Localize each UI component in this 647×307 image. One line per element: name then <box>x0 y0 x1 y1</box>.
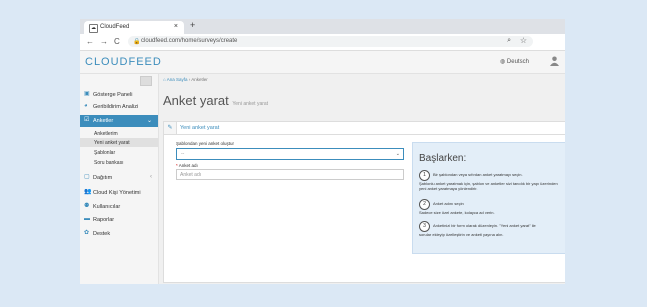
dashboard-icon: ▣ <box>84 91 90 97</box>
step-title: Anket adını seçin <box>433 201 464 206</box>
sidebar-item-surveys[interactable]: ☑ Anketler ⌄ <box>80 115 158 127</box>
page-title-text: Anket yarat <box>163 93 229 108</box>
sidebar-item-analysis[interactable]: ◕ Geribildirim Analizi <box>80 102 158 112</box>
step-text: sorular ekleyip özelleştirin ve anketi y… <box>419 232 504 237</box>
sidebar-item-reports[interactable]: ▬ Raporlar <box>80 215 158 225</box>
subitem-label: Yeni anket yarat <box>94 140 130 146</box>
support-icon: ✿ <box>84 230 90 236</box>
template-select[interactable]: -- ⌄ <box>176 148 404 160</box>
help-heading: Başlarken: <box>419 153 467 164</box>
reports-icon: ▬ <box>84 216 90 222</box>
chevron-left-icon: ‹ <box>150 174 152 180</box>
tab-strip: ☁ CloudFeed × + <box>80 19 565 34</box>
back-icon[interactable]: ← <box>86 37 94 46</box>
breadcrumb: ⌂ Ana Sayfa › Anketler <box>163 77 208 82</box>
app-header: CLOUDFEED ◍ Deutsch <box>80 51 565 74</box>
reload-icon[interactable]: C <box>114 37 120 46</box>
sidebar-item-distribution[interactable]: ▢ Dağıtım ‹ <box>80 173 158 183</box>
sidebar-item-label: Geribildirim Analizi <box>93 104 139 110</box>
zoom-icon[interactable]: ⌕ <box>507 37 511 45</box>
bookmark-star-icon[interactable]: ☆ <box>520 36 527 45</box>
sidebar-item-users[interactable]: ⚉ Kullanıcılar <box>80 202 158 212</box>
sidebar: ▣ Gösterge Paneli ◕ Geribildirim Analizi… <box>80 74 159 284</box>
url-field[interactable]: 🔒 cloudfeed.com/home/surveys/create ⌕ ☆ <box>128 36 533 47</box>
step-number: 1 <box>419 170 430 181</box>
sidebar-toggle-button[interactable] <box>140 76 152 86</box>
browser-tab[interactable]: ☁ CloudFeed × <box>84 21 184 34</box>
browser-window: ☁ CloudFeed × + ← → C 🔒 cloudfeed.com/ho… <box>80 19 565 284</box>
favicon-icon: ☁ <box>89 24 98 33</box>
survey-name-label-text: Anket adı <box>178 163 198 168</box>
sidebar-item-label: Anketler <box>93 118 114 124</box>
sidebar-item-label: Dağıtım <box>93 175 113 181</box>
page-title: Anket yarat Yeni anket yarat <box>163 93 268 108</box>
language-label: Deutsch <box>506 59 529 65</box>
panel-title: Yeni anket yarat <box>180 125 220 131</box>
step-text: yeni anket yaratmaya yönlendirir. <box>419 186 478 191</box>
language-selector[interactable]: ◍ Deutsch <box>500 58 529 65</box>
sidebar-subitem-templates[interactable]: Şablonlar <box>80 148 158 157</box>
template-select-label: Şablondan yeni anket oluştur <box>176 141 235 146</box>
survey-icon: ☑ <box>84 117 90 123</box>
step-text: Sadece size özel ankete, kolayca ad veri… <box>419 210 495 215</box>
breadcrumb-current: Anketler <box>191 77 208 82</box>
close-tab-icon[interactable]: × <box>174 23 178 30</box>
page-subtitle: Yeni anket yarat <box>232 101 269 107</box>
sidebar-item-label: Destek <box>93 231 111 237</box>
panel-header: ✎ Yeni anket yarat <box>164 122 565 135</box>
sidebar-subitem-new-survey[interactable]: Yeni anket yarat <box>80 138 158 147</box>
subitem-label: Anketlerim <box>94 131 118 137</box>
analysis-icon: ◕ <box>84 103 88 109</box>
breadcrumb-home-label: Ana Sayfa <box>166 77 188 82</box>
logo[interactable]: CLOUDFEED <box>85 56 162 68</box>
sidebar-item-label: Raporlar <box>93 217 115 223</box>
survey-name-label: * Anket adı <box>176 163 198 168</box>
sidebar-item-label: Gösterge Paneli <box>93 92 133 98</box>
sidebar-subitem-my-surveys[interactable]: Anketlerim <box>80 129 158 138</box>
main-content: ⌂ Ana Sayfa › Anketler Anket yarat Yeni … <box>159 74 565 284</box>
chevron-down-icon: ⌄ <box>146 118 152 124</box>
subitem-label: Soru bankası <box>94 160 124 166</box>
sidebar-item-support[interactable]: ✿ Destek <box>80 229 158 239</box>
panel-icon: ✎ <box>164 122 177 134</box>
sidebar-subitem-question-bank[interactable]: Soru bankası <box>80 158 158 167</box>
step-number: 3 <box>419 221 430 232</box>
survey-name-input[interactable]: Anket adı <box>176 169 404 180</box>
lock-icon: 🔒 <box>133 39 141 45</box>
users-icon: ⚉ <box>84 203 90 209</box>
sidebar-item-label: Kullanıcılar <box>93 204 121 210</box>
user-avatar-icon[interactable] <box>550 56 559 66</box>
chevron-down-icon: ⌄ <box>395 151 400 157</box>
distribution-icon: ▢ <box>84 174 90 180</box>
survey-name-placeholder: Anket adı <box>180 172 202 178</box>
forward-icon[interactable]: → <box>100 37 108 46</box>
step-number: 2 <box>419 199 430 210</box>
step-title: Bir şablondan veya sıfırdan anket yaratm… <box>433 172 523 177</box>
subitem-label: Şablonlar <box>94 150 116 156</box>
step-title: Anketinizi bir form olarak düzenleyin. "… <box>433 223 536 228</box>
sidebar-item-contacts[interactable]: 👥 Cloud Kişi Yönetimi <box>80 188 158 198</box>
sidebar-item-label: Cloud Kişi Yönetimi <box>93 190 141 196</box>
create-survey-panel: ✎ Yeni anket yarat Şablondan yeni anket … <box>163 121 565 283</box>
tab-title: CloudFeed <box>100 24 130 30</box>
sidebar-item-dashboard[interactable]: ▣ Gösterge Paneli <box>80 90 158 100</box>
help-box: Başlarken: 1 Bir şablondan veya sıfırdan… <box>412 142 565 254</box>
template-select-value: -- <box>181 151 185 157</box>
address-bar-row: ← → C 🔒 cloudfeed.com/home/surveys/creat… <box>80 34 565 51</box>
new-tab-button[interactable]: + <box>190 20 195 30</box>
contacts-icon: 👥 <box>84 189 92 195</box>
url-text: cloudfeed.com/home/surveys/create <box>141 38 238 44</box>
breadcrumb-home-link[interactable]: ⌂ Ana Sayfa <box>163 77 188 82</box>
